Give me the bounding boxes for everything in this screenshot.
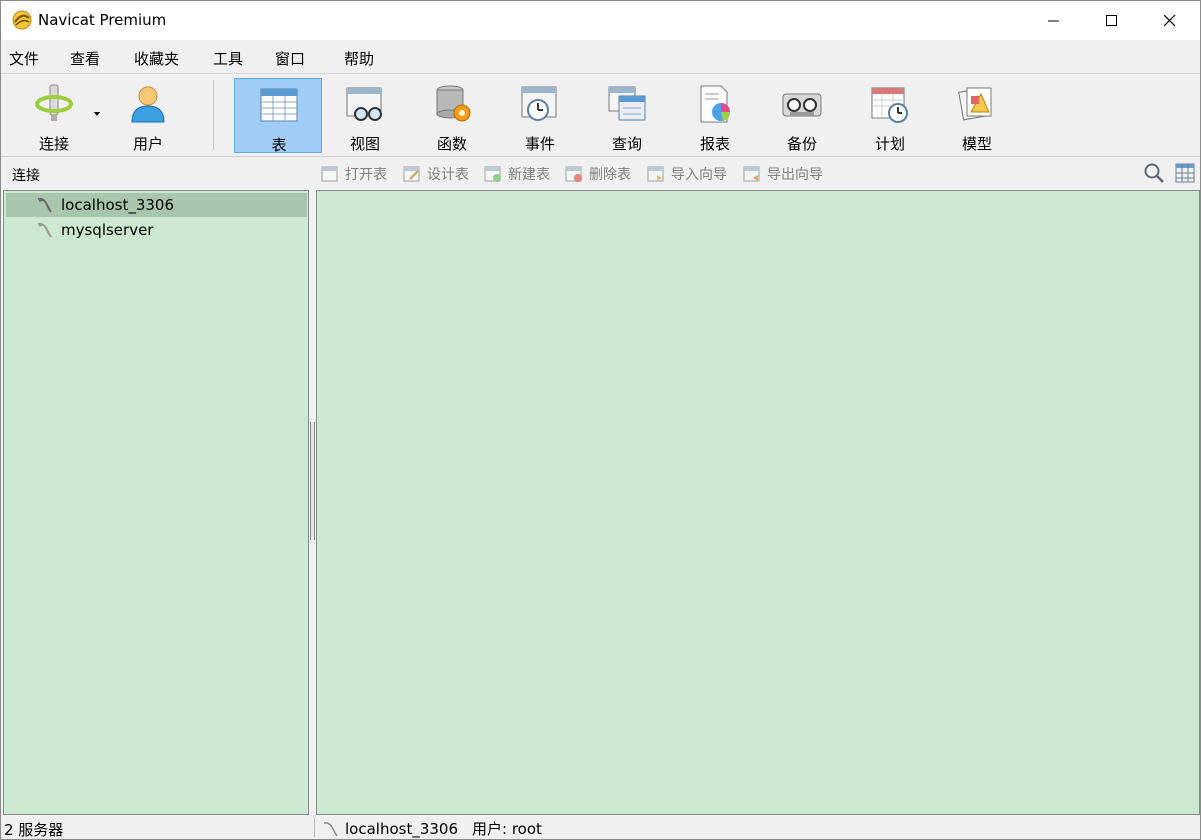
import-wizard-icon — [647, 166, 664, 182]
status-divider — [314, 818, 315, 837]
toolbar-label: 查询 — [611, 135, 642, 153]
window-title: Navicat Premium — [38, 11, 167, 29]
minimize-icon — [1048, 20, 1059, 21]
new-table-icon — [484, 166, 501, 182]
toolbar-user-button[interactable]: 用户 — [104, 78, 192, 153]
tree-item-mysqlserver[interactable]: mysqlserver — [6, 218, 307, 242]
status-bar: 2 服务器 localhost_3306 用户: root — [1, 816, 1200, 839]
mysql-connection-icon — [37, 222, 52, 238]
menu-window[interactable]: 窗口 — [275, 48, 305, 69]
main-toolbar: 连接 用户 表 视图 函数 事件 查询 报表 备份 计划 模型 — [1, 73, 1200, 157]
title-bar: Navicat Premium — [1, 1, 1200, 40]
toolbar-label: 备份 — [786, 135, 817, 153]
maximize-icon — [1106, 14, 1117, 26]
toolbar-event-button[interactable]: 事件 — [496, 78, 584, 153]
toolbar-label: 计划 — [874, 135, 905, 153]
menu-favorites[interactable]: 收藏夹 — [134, 48, 179, 69]
export-wizard-button[interactable]: 导出向导 — [743, 162, 823, 186]
import-wizard-button[interactable]: 导入向导 — [647, 162, 727, 186]
status-connection-name: localhost_3306 — [345, 819, 459, 838]
toolbar-label: 用户 — [132, 135, 163, 153]
menu-bar: 文件 查看 收藏夹 工具 窗口 帮助 — [1, 40, 1200, 73]
toolbar-label: 视图 — [349, 135, 380, 153]
navicat-window: Navicat Premium 文件 查看 收藏夹 工具 窗口 帮助 连接 用户… — [0, 0, 1201, 840]
query-icon — [608, 86, 646, 121]
object-list-panel[interactable] — [316, 190, 1200, 815]
table-icon — [260, 88, 298, 122]
new-table-button[interactable]: 新建表 — [484, 162, 550, 186]
minimize-button[interactable] — [1025, 1, 1083, 40]
function-icon — [436, 85, 471, 122]
menu-file[interactable]: 文件 — [9, 48, 39, 69]
view-icon — [346, 87, 382, 121]
delete-table-icon — [565, 166, 582, 182]
grid-view-icon[interactable] — [1174, 162, 1196, 184]
toolbar-function-button[interactable]: 函数 — [408, 78, 496, 153]
menu-view[interactable]: 查看 — [70, 48, 100, 69]
toolbar-backup-button[interactable]: 备份 — [758, 78, 846, 153]
mysql-connection-icon — [323, 821, 338, 836]
connections-header: 连接 — [12, 168, 40, 184]
toolbar-label: 函数 — [436, 135, 467, 153]
report-icon — [700, 85, 731, 123]
delete-table-button[interactable]: 删除表 — [565, 162, 631, 186]
close-icon — [1164, 14, 1176, 26]
toolbar-report-button[interactable]: 报表 — [671, 78, 759, 153]
toolbar-connection-button[interactable]: 连接 — [10, 78, 98, 153]
toolbar-label: 表 — [271, 136, 287, 154]
menu-tools[interactable]: 工具 — [213, 48, 243, 69]
design-table-button[interactable]: 设计表 — [403, 162, 469, 186]
event-icon — [521, 86, 557, 121]
menu-help[interactable]: 帮助 — [344, 48, 374, 69]
backup-icon — [782, 93, 822, 117]
connection-tree-panel: localhost_3306 mysqlserver — [3, 190, 309, 815]
status-user: 用户: root — [472, 820, 542, 838]
export-wizard-icon — [743, 166, 760, 182]
splitter-handle[interactable] — [310, 422, 315, 540]
toolbar-label: 模型 — [961, 135, 992, 153]
close-button[interactable] — [1141, 1, 1199, 40]
toolbar-label: 报表 — [699, 135, 730, 153]
toolbar-label: 事件 — [524, 135, 555, 153]
toolbar-separator — [213, 80, 214, 150]
toolbar-query-button[interactable]: 查询 — [583, 78, 671, 153]
toolbar-model-button[interactable]: 模型 — [933, 78, 1021, 153]
toolbar-schedule-button[interactable]: 计划 — [846, 78, 934, 153]
connection-status: localhost_3306 用户: root — [321, 818, 542, 839]
panel-splitter[interactable] — [309, 190, 316, 815]
tree-item-localhost[interactable]: localhost_3306 — [6, 193, 307, 217]
model-icon — [958, 87, 992, 121]
toolbar-view-button[interactable]: 视图 — [321, 78, 409, 153]
schedule-icon — [871, 87, 908, 123]
maximize-button[interactable] — [1083, 1, 1141, 40]
open-table-button[interactable]: 打开表 — [321, 162, 387, 186]
chevron-down-icon[interactable] — [94, 112, 100, 116]
navicat-logo-icon — [12, 10, 32, 30]
server-count-status: 2 服务器 — [4, 821, 64, 839]
connection-icon — [35, 84, 73, 121]
tree-item-label: mysqlserver — [61, 221, 154, 239]
search-icon[interactable] — [1143, 162, 1165, 184]
toolbar-label: 连接 — [38, 135, 69, 153]
tree-item-label: localhost_3306 — [61, 196, 175, 214]
mysql-connection-icon — [37, 197, 52, 213]
design-table-icon — [403, 166, 420, 182]
toolbar-table-button[interactable]: 表 — [234, 78, 322, 154]
user-icon — [131, 86, 165, 123]
open-table-icon — [321, 166, 338, 182]
